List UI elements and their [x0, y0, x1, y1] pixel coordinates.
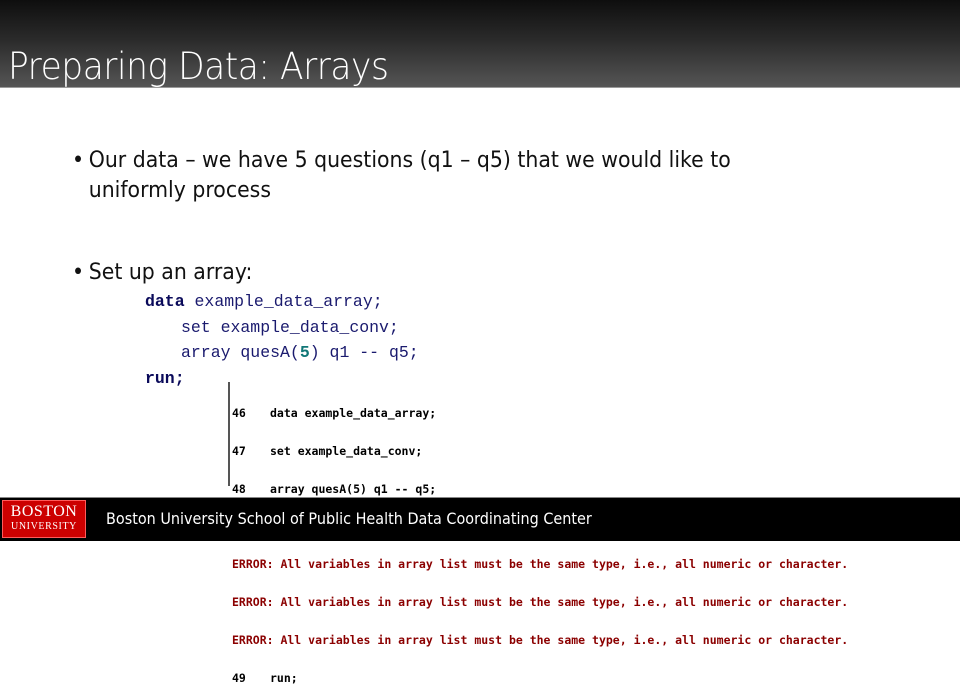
code-line-set: set example_data_conv;: [181, 318, 399, 337]
log-line: 49 run;: [232, 670, 298, 685]
code-line-data: data example_data_array;: [145, 292, 383, 311]
code-text: array quesA(: [181, 343, 300, 362]
log-error-line: ERROR: All variables in array list must …: [232, 557, 849, 572]
code-text: example_data_array;: [184, 292, 383, 311]
code-keyword: run;: [145, 369, 185, 388]
bullet-marker: •: [72, 148, 85, 173]
logo-line-2: UNIVERSITY: [11, 521, 77, 532]
code-text: ) q1 -- q5;: [309, 343, 419, 362]
code-number: 5: [299, 343, 310, 362]
slide-title: Preparing Data: Arrays: [8, 45, 389, 88]
code-line-array: array quesA(5) q1 -- q5;: [181, 343, 419, 362]
log-line: 47 set example_data_conv;: [232, 443, 423, 458]
log-error-line: ERROR: All variables in array list must …: [232, 595, 849, 610]
bullet-marker: •: [72, 260, 85, 285]
footer-text: Boston University School of Public Healt…: [106, 509, 592, 528]
bullet-text: Our data – we have 5 questions (q1 – q5)…: [88, 148, 731, 173]
footer-bar: BOSTON UNIVERSITY Boston University Scho…: [0, 497, 960, 541]
code-line-run: run;: [145, 369, 185, 388]
boston-university-logo: BOSTON UNIVERSITY: [2, 500, 86, 538]
log-line: 46 data example_data_array;: [232, 406, 437, 421]
log-line: 48 array quesA(5) q1 -- q5;: [232, 481, 437, 496]
bullet-our-data: • Our data – we have 5 questions (q1 – q5…: [72, 146, 731, 206]
bullet-setup-array: • Set up an array:: [72, 258, 252, 288]
sas-log-screenshot: 46 data example_data_array; 47 set example…: [228, 382, 930, 684]
title-bar: Preparing Data: Arrays: [0, 0, 960, 88]
bullet-text: Set up an array:: [88, 260, 253, 285]
log-error-line: ERROR: All variables in array list must …: [232, 632, 849, 647]
bullet-text-continued: uniformly process: [88, 178, 271, 203]
logo-line-1: BOSTON: [10, 503, 78, 520]
code-keyword: data: [145, 292, 185, 311]
